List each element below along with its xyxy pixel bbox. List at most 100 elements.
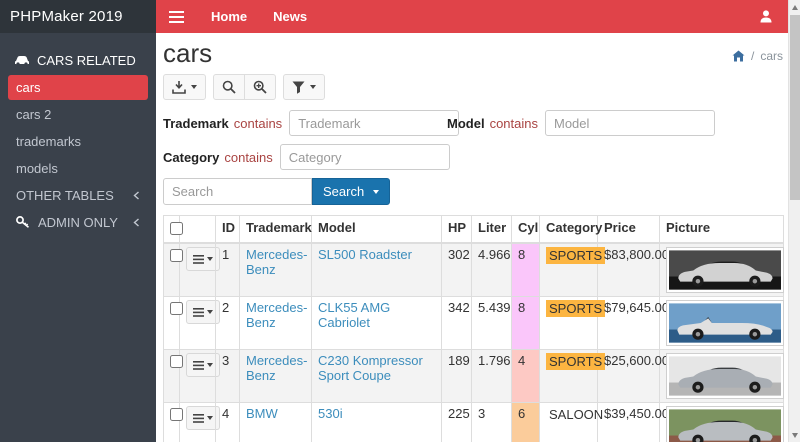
row-checkbox[interactable] (170, 355, 183, 368)
breadcrumb-home-link[interactable] (732, 50, 745, 62)
car-picture[interactable] (666, 406, 784, 442)
category-filter-input[interactable] (280, 144, 450, 170)
cell-price: $79,645.00 (598, 297, 660, 350)
column-header-category[interactable]: Category (540, 216, 598, 244)
search-input[interactable] (163, 178, 312, 205)
filter-field-label: Model (447, 116, 485, 131)
search-panel-button[interactable] (213, 74, 245, 100)
cell-hp: 342 (442, 297, 472, 350)
column-header-model[interactable]: Model (312, 216, 442, 244)
table-row: 3 Mercedes-Benz C230 Kompressor Sport Co… (164, 350, 784, 403)
select-all-checkbox[interactable] (170, 222, 183, 235)
filter-trademark: Trademark contains (163, 110, 447, 136)
brand-logo[interactable]: PHPMaker 2019 (0, 0, 156, 33)
user-menu-button[interactable] (760, 10, 788, 23)
model-link[interactable]: 530i (318, 406, 343, 421)
list-menu-icon (193, 361, 204, 370)
cell-id: 1 (216, 243, 240, 297)
column-header-trademark[interactable]: Trademark (240, 216, 312, 244)
sidebar-group-admin-only[interactable]: ADMIN ONLY (0, 209, 156, 236)
row-checkbox[interactable] (170, 302, 183, 315)
cell-liter: 3 (472, 403, 512, 442)
list-menu-icon (193, 414, 204, 423)
filter-field-label: Category (163, 150, 219, 165)
car-picture[interactable] (666, 353, 784, 399)
filter-row-1: Trademark contains Model contains (163, 110, 783, 136)
nav-news[interactable]: News (260, 0, 320, 33)
home-icon (732, 50, 745, 62)
select-all-cell (164, 216, 180, 244)
chevron-left-icon (133, 218, 140, 227)
magnifier-icon (222, 80, 236, 94)
row-checkbox[interactable] (170, 408, 183, 421)
navbar: Home News (156, 0, 788, 33)
car-picture[interactable] (666, 247, 784, 293)
model-link[interactable]: SL500 Roadster (318, 247, 412, 262)
sidebar-item-models[interactable]: models (0, 155, 156, 182)
trademark-link[interactable]: Mercedes-Benz (246, 247, 307, 277)
car-picture[interactable] (666, 300, 784, 346)
sidebar-group-cars-related[interactable]: CARS RELATED (0, 47, 156, 74)
main-content: cars / cars (156, 33, 788, 442)
cell-price: $83,800.00 (598, 243, 660, 297)
sidebar-item-trademarks[interactable]: trademarks (0, 128, 156, 155)
column-header-liter[interactable]: Liter (472, 216, 512, 244)
trademark-link[interactable]: Mercedes-Benz (246, 300, 307, 330)
cell-cyl: 8 (512, 297, 540, 350)
trademark-filter-input[interactable] (289, 110, 459, 136)
column-header-cyl[interactable]: Cyl (512, 216, 540, 244)
cell-id: 3 (216, 350, 240, 403)
trademark-link[interactable]: BMW (246, 406, 278, 421)
cell-cyl: 6 (512, 403, 540, 442)
cell-id: 2 (216, 297, 240, 350)
search-button-label: Search (323, 184, 364, 199)
highlight-search-button[interactable] (245, 74, 276, 100)
vertical-scrollbar[interactable] (788, 0, 800, 442)
caret-down-icon (373, 190, 379, 194)
nav-home[interactable]: Home (198, 0, 260, 33)
model-link[interactable]: CLK55 AMG Cabriolet (318, 300, 390, 330)
filter-button[interactable] (283, 74, 325, 100)
trademark-link[interactable]: Mercedes-Benz (246, 353, 307, 383)
sidebar-group-label: OTHER TABLES (16, 188, 133, 203)
list-toolbar (163, 74, 783, 100)
model-link[interactable]: C230 Kompressor Sport Coupe (318, 353, 423, 383)
sidebar-item-cars-2[interactable]: cars 2 (0, 101, 156, 128)
row-checkbox[interactable] (170, 249, 183, 262)
sidebar: CARS RELATED cars cars 2 trademarks mode… (0, 33, 156, 442)
cell-price: $25,600.00 (598, 350, 660, 403)
sidebar-toggle-button[interactable] (156, 11, 198, 23)
hamburger-icon (169, 11, 184, 23)
cell-price: $39,450.00 (598, 403, 660, 442)
cell-hp: 302 (442, 243, 472, 297)
download-icon (172, 81, 186, 94)
cell-hp: 189 (442, 350, 472, 403)
filter-category: Category contains (163, 144, 450, 170)
cell-liter: 5.439 (472, 297, 512, 350)
chevron-left-icon (133, 191, 140, 200)
breadcrumb: / cars (732, 49, 783, 67)
table-row: 1 Mercedes-Benz SL500 Roadster 302 4.966… (164, 243, 784, 297)
model-filter-input[interactable] (545, 110, 715, 136)
top-bar: PHPMaker 2019 Home News (0, 0, 788, 33)
sidebar-item-cars[interactable]: cars (8, 75, 148, 100)
column-header-id[interactable]: ID (216, 216, 240, 244)
scrollbar-thumb[interactable] (790, 15, 800, 200)
column-header-hp[interactable]: HP (442, 216, 472, 244)
cell-id: 4 (216, 403, 240, 442)
funnel-icon (292, 81, 305, 94)
scroll-up-button[interactable] (789, 0, 800, 14)
sidebar-group-other-tables[interactable]: OTHER TABLES (0, 182, 156, 209)
scroll-up-icon (792, 5, 798, 10)
column-header-price[interactable]: Price (598, 216, 660, 244)
caret-down-icon (207, 363, 213, 367)
search-button[interactable]: Search (312, 178, 390, 205)
scroll-down-button[interactable] (789, 428, 800, 442)
export-button[interactable] (163, 74, 206, 100)
category-badge: SPORTS (546, 353, 605, 370)
key-icon (16, 216, 30, 229)
filter-operator-label: contains (490, 116, 538, 131)
table-row: 4 BMW 530i 225 3 6 SALOON $39,450.00 (164, 403, 784, 442)
cell-cyl: 4 (512, 350, 540, 403)
category-badge: SPORTS (546, 300, 605, 317)
